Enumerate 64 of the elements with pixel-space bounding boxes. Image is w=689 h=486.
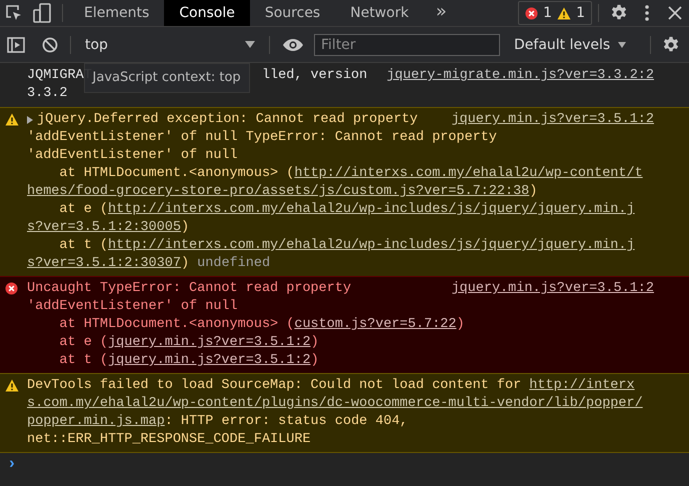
link[interactable]: s?ver=3.5.1:2:30307 bbox=[27, 255, 181, 273]
link[interactable]: http://interxs.com.my/ehalal2u/wp-content/t bbox=[294, 165, 643, 183]
context-dropdown[interactable]: top bbox=[77, 32, 263, 56]
eye-icon[interactable] bbox=[283, 38, 303, 50]
message-text: lled, version bbox=[262, 67, 368, 85]
message-text: 3.3.2 bbox=[27, 85, 68, 103]
more-options-icon[interactable] bbox=[645, 5, 649, 21]
warning-icon bbox=[5, 113, 19, 126]
sidebar-icon[interactable] bbox=[7, 36, 25, 52]
link[interactable]: custom.js?ver=5.7:22 bbox=[294, 316, 456, 334]
link[interactable]: popper.min.js.map bbox=[27, 413, 165, 431]
message-text: 'addEventListener' of null TypeError: Cannot read property bbox=[27, 129, 497, 147]
console-prompt[interactable]: › bbox=[0, 453, 689, 473]
error-icon bbox=[525, 6, 538, 20]
message-text: ) bbox=[310, 334, 319, 352]
warning-icon bbox=[5, 379, 19, 392]
inspect-icon[interactable] bbox=[5, 4, 23, 22]
undefined-value: undefined bbox=[196, 255, 270, 273]
device-icon[interactable] bbox=[33, 3, 51, 23]
link[interactable]: jquery.min.js?ver=3.5.1:2 bbox=[108, 352, 311, 370]
message-text: at HTMLDocument.<anonymous> ( bbox=[58, 316, 294, 334]
link[interactable]: hemes/food-grocery-store-pro/assets/js/custom.js?ver=5.7:22:38 bbox=[27, 183, 530, 201]
settings-icon[interactable] bbox=[610, 4, 628, 22]
source-link[interactable]: jquery.min.js?ver=3.5.1:2 bbox=[451, 280, 654, 298]
message-text: at HTMLDocument.<anonymous> ( bbox=[58, 165, 294, 183]
link[interactable]: http://interx bbox=[529, 377, 635, 395]
tab[interactable]: Console bbox=[164, 0, 250, 26]
source-link[interactable]: jquery.min.js?ver=3.5.1:2 bbox=[451, 111, 654, 129]
message-text: at t ( bbox=[58, 352, 108, 370]
tab[interactable]: Sources bbox=[250, 0, 336, 26]
message-text: : HTTP error: status code 404, bbox=[164, 413, 408, 431]
message-text: ) bbox=[529, 183, 538, 201]
message-text: at t ( bbox=[58, 237, 108, 255]
close-icon[interactable] bbox=[668, 6, 682, 20]
levels-dropdown[interactable]: Default levels bbox=[500, 32, 640, 56]
clear-console-icon[interactable] bbox=[42, 36, 58, 52]
more-tabs[interactable]: » bbox=[424, 0, 459, 26]
tab[interactable]: Elements bbox=[69, 0, 164, 26]
link[interactable]: http://interxs.com.my/ehalal2u/wp-includes/js/jquery/jquery.min.j bbox=[108, 237, 635, 255]
error-icon bbox=[5, 282, 18, 295]
message-text: net::ERR_HTTP_RESPONSE_CODE_FAILURE bbox=[27, 431, 311, 449]
message-text: ) bbox=[456, 316, 464, 334]
link[interactable]: http://interxs.com.my/ehalal2u/wp-includes/js/jquery/jquery.min.j bbox=[108, 201, 635, 219]
warning-icon bbox=[557, 6, 572, 20]
settings-icon[interactable] bbox=[662, 36, 680, 54]
message-text: at e ( bbox=[58, 201, 108, 219]
message-text: Uncaught TypeError: Cannot read property bbox=[27, 280, 352, 298]
filter-field[interactable]: Filter bbox=[314, 34, 500, 56]
message-text: at e ( bbox=[58, 334, 108, 352]
message-text: ) bbox=[310, 352, 319, 370]
message-text: 'addEventListener' of null bbox=[27, 298, 238, 316]
link[interactable]: s?ver=3.5.1:2:30005 bbox=[27, 219, 181, 237]
message-text: ) bbox=[180, 219, 190, 237]
expand-triangle-icon[interactable] bbox=[27, 116, 33, 124]
message-text: ) bbox=[180, 255, 190, 273]
message-text: JQMIGRAT bbox=[27, 67, 92, 83]
message-text: 'addEventListener' of null bbox=[27, 147, 238, 165]
message-text: jQuery.Deferred exception: Cannot read property bbox=[37, 111, 418, 129]
tab[interactable]: Network bbox=[335, 0, 424, 26]
source-link[interactable]: jquery-migrate.min.js?ver=3.3.2:2 bbox=[386, 67, 654, 85]
link[interactable]: s.com.my/ehalal2u/wp-content/plugins/dc-woocommerce-multi-vendor/lib/popper/ bbox=[27, 395, 643, 413]
issues-counter[interactable]: 1 1 bbox=[518, 1, 592, 25]
link[interactable]: jquery.min.js?ver=3.5.1:2 bbox=[108, 334, 311, 352]
message-text: DevTools failed to load SourceMap: Could not load content for bbox=[27, 377, 522, 395]
